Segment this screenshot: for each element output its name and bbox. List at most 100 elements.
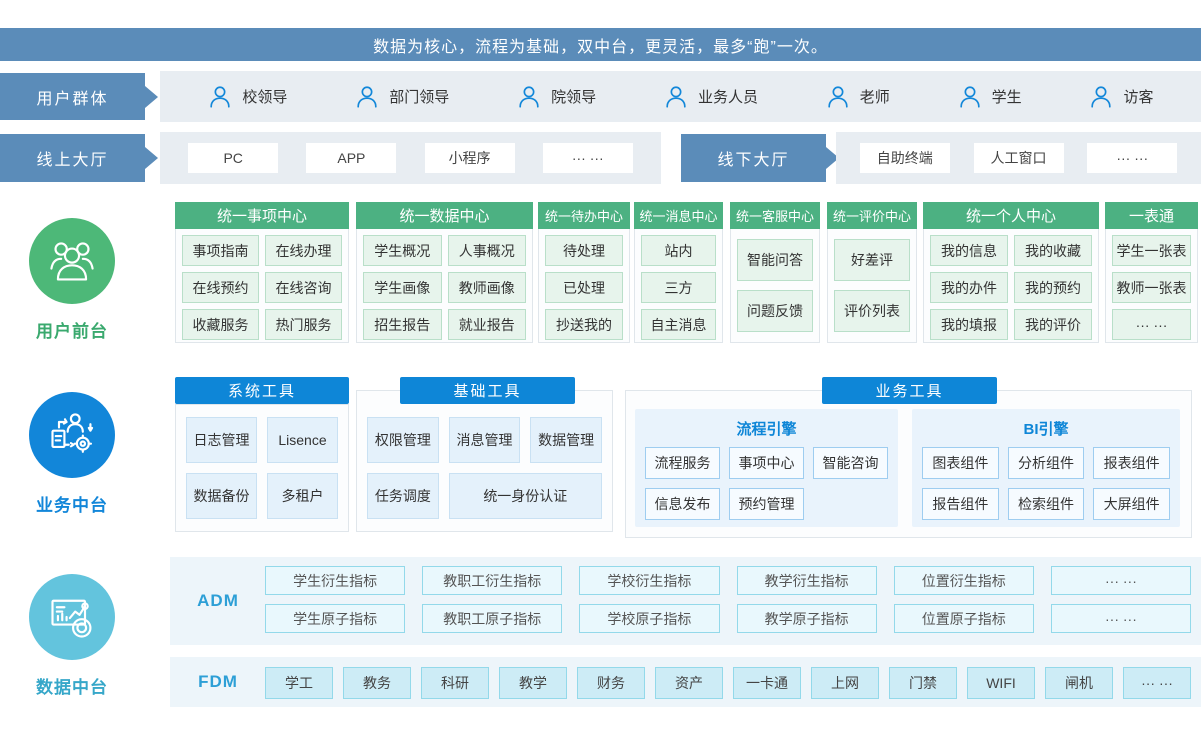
tool-chip: 权限管理 [367, 417, 439, 463]
system-tools-tab: 系统工具 [175, 377, 349, 404]
module-chip: 学生画像 [363, 272, 442, 303]
business-section-title: 业务中台 [29, 491, 115, 516]
module-chip: 我的办件 [930, 272, 1008, 303]
diagram-canvas: { "banner": { "text": "数据为核心，流程为基础，双中台，更… [0, 0, 1201, 738]
fdm-sources-row: 学工教务科研教学财务资产一卡通上网门禁WIFI闸机··· ··· [265, 667, 1191, 699]
source-chip: 门禁 [889, 667, 957, 699]
user-group-item: 业务人员 [663, 84, 758, 110]
tool-chip: 数据备份 [186, 473, 257, 519]
users-group-icon [29, 218, 115, 304]
online-channel-chip: ··· ··· [543, 143, 633, 173]
column-header: 统一数据中心 [356, 202, 533, 229]
online-hall-label: 线上大厅 [0, 134, 145, 182]
adm-atomic-row: 学生原子指标教职工原子指标学校原子指标教学原子指标位置原子指标··· ··· [265, 604, 1191, 633]
person-icon [663, 84, 689, 110]
base-tools-tab: 基础工具 [400, 377, 575, 404]
engine-chip: 信息发布 [645, 488, 720, 520]
source-chip: 学工 [265, 667, 333, 699]
column-header: 一表通 [1105, 202, 1198, 229]
frontend-section-title: 用户前台 [29, 317, 115, 342]
user-group-name: 访客 [1123, 86, 1153, 107]
module-chip: 好差评 [834, 239, 910, 281]
column-header: 统一事项中心 [175, 202, 349, 229]
engine-chip: 报告组件 [922, 488, 999, 520]
online-hall-row: PCAPP小程序··· ··· [160, 132, 661, 184]
source-chip: 财务 [577, 667, 645, 699]
person-icon [1088, 84, 1114, 110]
user-group-item: 老师 [825, 84, 890, 110]
indicator-chip: 学校原子指标 [579, 604, 719, 633]
unified-evaluation-center: 统一评价中心 好差评评价列表 [827, 202, 917, 343]
module-chip: 评价列表 [834, 290, 910, 332]
engine-chip: 预约管理 [729, 488, 804, 520]
module-chip: 就业报告 [448, 309, 527, 340]
bi-engine-panel: BI引擎 图表组件分析组件报表组件报告组件检索组件大屏组件 [912, 409, 1180, 527]
person-icon [516, 84, 542, 110]
user-group-item: 部门领导 [354, 84, 449, 110]
tool-chip: 数据管理 [530, 417, 602, 463]
online-channel-chip: PC [188, 143, 278, 173]
source-chip: 上网 [811, 667, 879, 699]
indicator-chip: 教职工原子指标 [422, 604, 562, 633]
frontend-section-badge: 用户前台 [29, 218, 115, 342]
module-chip: 在线办理 [265, 235, 342, 266]
user-group-name: 院领导 [551, 86, 596, 107]
module-chip: 已处理 [545, 272, 623, 303]
module-chip: 抄送我的 [545, 309, 623, 340]
module-chip: 我的填报 [930, 309, 1008, 340]
indicator-chip: 学生衍生指标 [265, 566, 405, 595]
module-chip: 我的评价 [1014, 309, 1092, 340]
unified-identity-chip: 统一身份认证 [449, 473, 602, 519]
system-tools-panel: 日志管理Lisence数据备份多租户 [175, 404, 349, 532]
dashboard-chart-icon [29, 574, 115, 660]
offline-channel-chip: ··· ··· [1087, 143, 1177, 173]
module-chip: 教师画像 [448, 272, 527, 303]
indicator-chip: 位置衍生指标 [894, 566, 1034, 595]
indicator-chip: ··· ··· [1051, 604, 1191, 633]
column-header: 统一评价中心 [827, 202, 917, 229]
module-chip: 我的收藏 [1014, 235, 1092, 266]
engine-chip: 报表组件 [1093, 447, 1170, 479]
person-icon [207, 84, 233, 110]
column-header: 统一客服中心 [730, 202, 820, 229]
column-header: 统一个人中心 [923, 202, 1099, 229]
one-table-center: 一表通 学生一张表教师一张表··· ··· [1105, 202, 1198, 343]
unified-service-center: 统一客服中心 智能问答问题反馈 [730, 202, 820, 343]
module-chip: 收藏服务 [182, 309, 259, 340]
source-chip: 资产 [655, 667, 723, 699]
process-gear-icon [29, 392, 115, 478]
offline-hall-row: 自助终端人工窗口··· ··· [836, 132, 1201, 184]
module-chip: 待处理 [545, 235, 623, 266]
fdm-label: FDM [178, 672, 258, 692]
user-group-item: 访客 [1088, 84, 1153, 110]
data-section-badge: 数据中台 [29, 574, 115, 698]
person-icon [957, 84, 983, 110]
flow-engine-panel: 流程引擎 流程服务事项中心智能咨询信息发布预约管理 [635, 409, 898, 527]
offline-channel-chip: 人工窗口 [974, 143, 1064, 173]
slogan-banner: 数据为核心，流程为基础，双中台，更灵活，最多“跑”一次。 [0, 28, 1201, 61]
user-group-item: 学生 [957, 84, 1022, 110]
unified-message-center: 统一消息中心 站内三方自主消息 [634, 202, 723, 343]
engine-chip: 流程服务 [645, 447, 720, 479]
user-group-name: 老师 [860, 86, 890, 107]
indicator-chip: ··· ··· [1051, 566, 1191, 595]
source-chip: WIFI [967, 667, 1035, 699]
indicator-chip: 学生原子指标 [265, 604, 405, 633]
business-tools-tab: 业务工具 [822, 377, 997, 404]
tool-chip: 多租户 [267, 473, 338, 519]
source-chip: 教学 [499, 667, 567, 699]
module-chip: 自主消息 [641, 309, 716, 340]
flow-engine-title: 流程引擎 [635, 409, 898, 447]
indicator-chip: 教学衍生指标 [737, 566, 877, 595]
column-header: 统一待办中心 [538, 202, 630, 229]
bi-engine-title: BI引擎 [912, 409, 1180, 447]
column-header: 统一消息中心 [634, 202, 723, 229]
base-tools-panel: 权限管理消息管理数据管理任务调度 统一身份认证 [356, 390, 613, 532]
person-icon [825, 84, 851, 110]
module-chip: 在线预约 [182, 272, 259, 303]
user-groups-row: 校领导 部门领导 院领导 业务人员 老师 学生 [160, 71, 1201, 122]
tool-chip: Lisence [267, 417, 338, 463]
source-chip: 教务 [343, 667, 411, 699]
source-chip: ··· ··· [1123, 667, 1191, 699]
tool-chip: 任务调度 [367, 473, 439, 519]
